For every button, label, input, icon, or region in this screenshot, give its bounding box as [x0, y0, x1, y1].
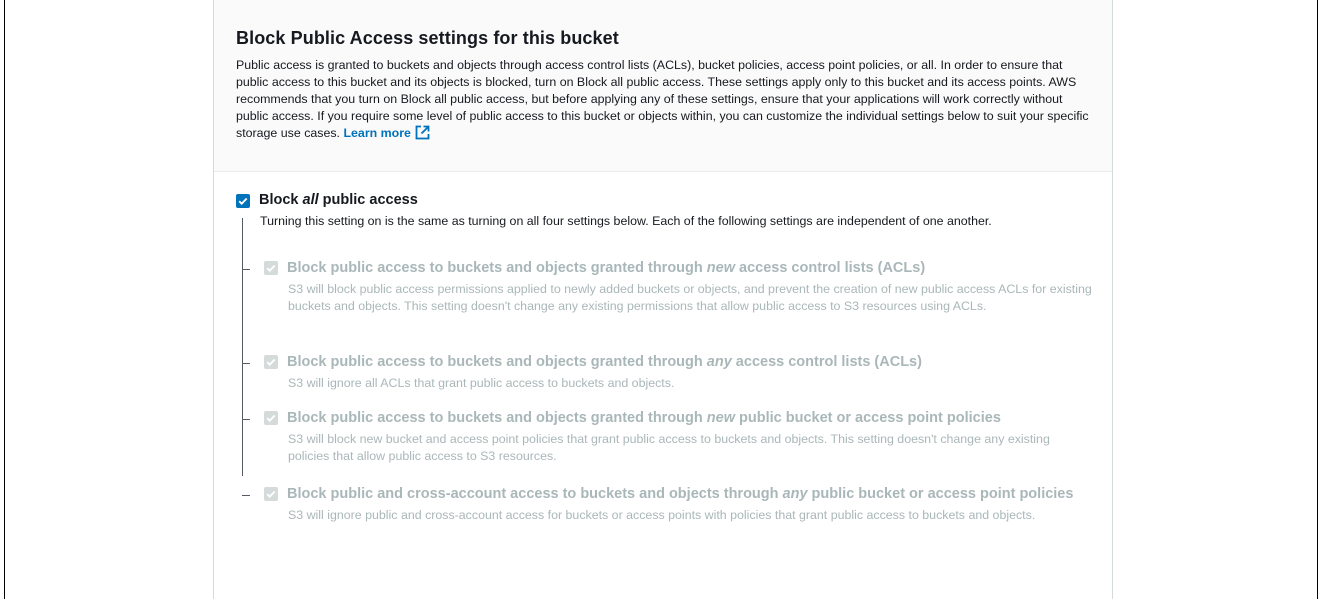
- block-all-label[interactable]: Block all public access: [259, 192, 418, 208]
- sub-setting-label: Block public and cross-account access to…: [287, 484, 1073, 505]
- panel-title: Block Public Access settings for this bu…: [236, 28, 619, 48]
- sub-setting-label-suffix: public bucket or access point policies: [807, 486, 1074, 502]
- panel-body: Block all public access Turning this set…: [214, 172, 1112, 230]
- block-public-access-panel: Block Public Access settings for this bu…: [213, 0, 1113, 599]
- sub-setting-label-emphasis: any: [706, 354, 732, 370]
- sub-setting-label-emphasis: new: [706, 260, 735, 276]
- external-link-icon[interactable]: [415, 125, 430, 145]
- tree-tick: [242, 363, 250, 364]
- checkmark-icon: [266, 358, 276, 367]
- sub-setting-label: Block public access to buckets and objec…: [287, 352, 922, 373]
- sub-setting-checkbox: [264, 355, 278, 369]
- sub-setting-any-policies: Block public and cross-account access to…: [264, 484, 1094, 524]
- panel-header: Block Public Access settings for this bu…: [214, 0, 1112, 172]
- sub-setting-new-acls: Block public access to buckets and objec…: [264, 258, 1094, 315]
- sub-setting-label-suffix: access control lists (ACLs): [734, 260, 926, 276]
- tree-tick: [242, 495, 250, 496]
- checkmark-icon: [238, 197, 248, 206]
- sub-setting-checkbox: [264, 261, 278, 275]
- panel-description: Public access is granted to buckets and …: [236, 57, 1092, 145]
- sub-setting-label: Block public access to buckets and objec…: [287, 258, 925, 279]
- checkmark-icon: [266, 490, 276, 499]
- sub-setting-label-suffix: public bucket or access point policies: [734, 410, 1001, 426]
- sub-setting-new-policies: Block public access to buckets and objec…: [264, 408, 1094, 465]
- sub-setting-label-prefix: Block public and cross-account access to…: [287, 486, 783, 502]
- sub-setting-checkbox: [264, 487, 278, 501]
- tree-tick: [242, 419, 250, 420]
- sub-setting-description: S3 will block public access permissions …: [288, 282, 1092, 313]
- block-all-label-suffix: public access: [318, 192, 418, 208]
- block-all-checkbox[interactable]: [236, 194, 250, 208]
- sub-setting-description: S3 will ignore all ACLs that grant publi…: [288, 376, 675, 390]
- learn-more-link[interactable]: Learn more: [343, 126, 410, 140]
- checkmark-icon: [266, 264, 276, 273]
- sub-setting-label: Block public access to buckets and objec…: [287, 408, 1001, 429]
- block-all-label-emphasis: all: [302, 192, 319, 208]
- block-all-description: Turning this setting on is the same as t…: [260, 214, 992, 228]
- sub-setting-label-prefix: Block public access to buckets and objec…: [287, 410, 707, 426]
- sub-setting-label-emphasis: new: [706, 410, 735, 426]
- sub-setting-checkbox: [264, 411, 278, 425]
- sub-setting-label-emphasis: any: [782, 486, 808, 502]
- block-all-label-prefix: Block: [259, 192, 303, 208]
- sub-setting-description: S3 will ignore public and cross-account …: [288, 508, 1036, 522]
- checkmark-icon: [266, 414, 276, 423]
- tree-tick: [242, 269, 250, 270]
- tree-connector-line: [242, 218, 243, 476]
- sub-setting-label-suffix: access control lists (ACLs): [731, 354, 922, 370]
- block-all-row: Block all public access: [236, 192, 1092, 208]
- sub-setting-any-acls: Block public access to buckets and objec…: [264, 352, 1094, 392]
- sub-setting-description: S3 will block new bucket and access poin…: [288, 432, 1050, 463]
- sub-setting-label-prefix: Block public access to buckets and objec…: [287, 260, 707, 276]
- sub-setting-label-prefix: Block public access to buckets and objec…: [287, 354, 707, 370]
